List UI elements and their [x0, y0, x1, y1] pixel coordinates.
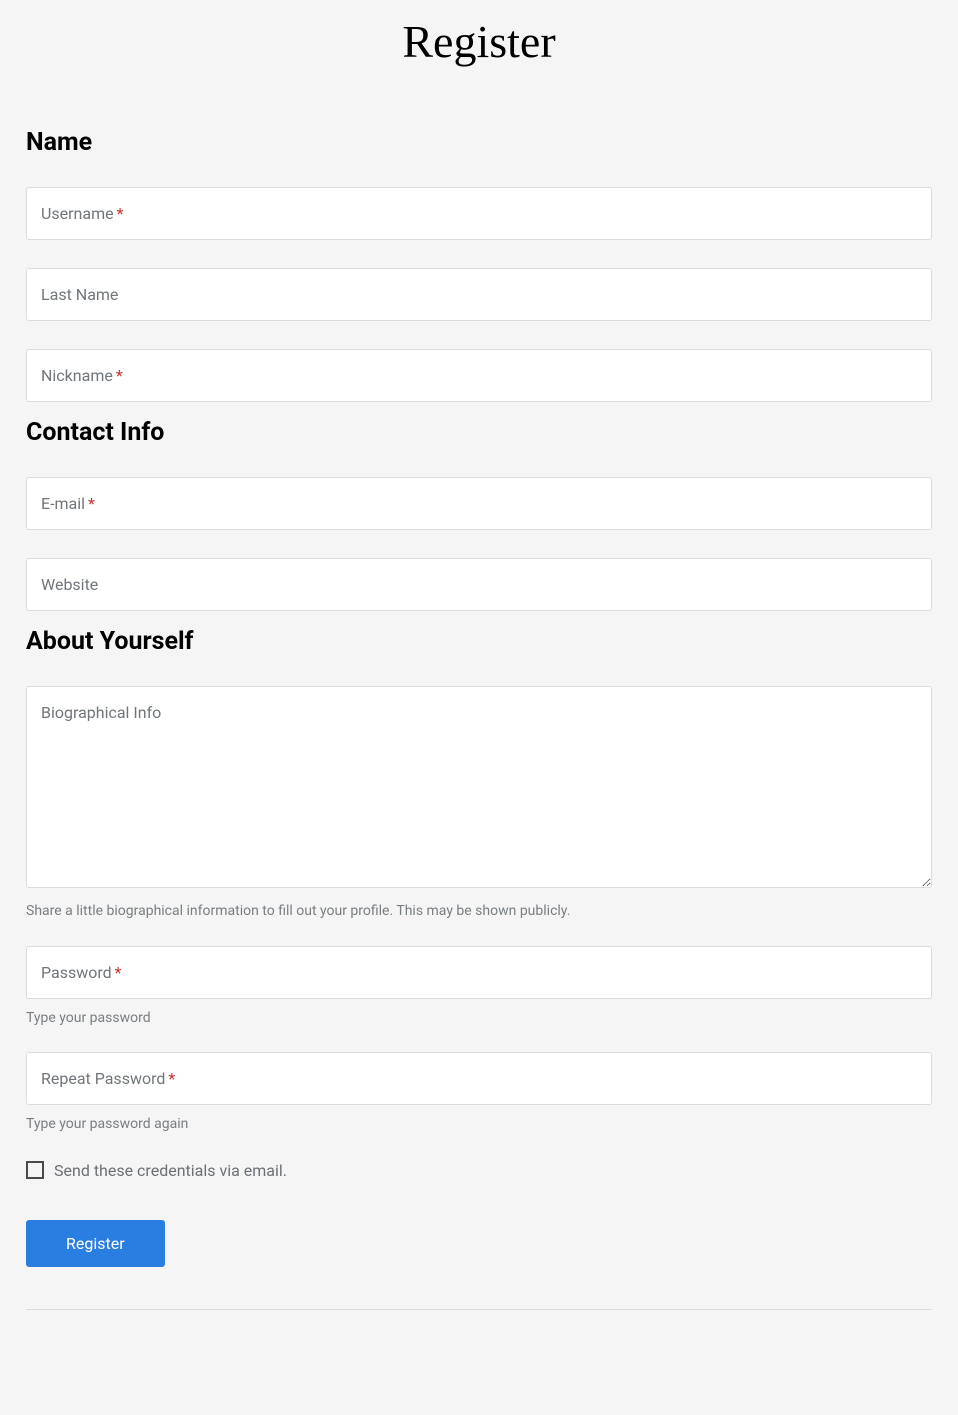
username-input[interactable]: Username* [26, 187, 932, 240]
repeat-password-label: Repeat Password [41, 1069, 165, 1088]
required-asterisk-icon: * [117, 204, 124, 223]
password-label: Password [41, 963, 112, 982]
nickname-input[interactable]: Nickname* [26, 349, 932, 402]
bio-textarea[interactable] [26, 686, 932, 888]
nickname-label: Nickname [41, 366, 113, 385]
password-input[interactable]: Password* [26, 946, 932, 999]
repeat-password-helper-text: Type your password again [26, 1115, 932, 1135]
section-heading-contact: Contact Info [26, 418, 932, 447]
last-name-input[interactable]: Last Name [26, 268, 932, 321]
required-asterisk-icon: * [168, 1069, 175, 1088]
send-credentials-label: Send these credentials via email. [54, 1161, 287, 1180]
required-asterisk-icon: * [115, 963, 122, 982]
bio-helper-text: Share a little biographical information … [26, 902, 932, 922]
section-heading-name: Name [26, 128, 932, 157]
page-title: Register [26, 15, 932, 68]
repeat-password-input[interactable]: Repeat Password* [26, 1052, 932, 1105]
section-heading-about: About Yourself [26, 627, 932, 656]
website-label: Website [41, 575, 98, 594]
password-helper-text: Type your password [26, 1009, 932, 1029]
register-button[interactable]: Register [26, 1220, 165, 1267]
required-asterisk-icon: * [88, 494, 95, 513]
website-input[interactable]: Website [26, 558, 932, 611]
email-label: E-mail [41, 494, 85, 513]
email-input[interactable]: E-mail* [26, 477, 932, 530]
username-label: Username [41, 204, 114, 223]
send-credentials-checkbox[interactable] [26, 1161, 44, 1179]
required-asterisk-icon: * [116, 366, 123, 385]
divider [26, 1309, 932, 1310]
last-name-label: Last Name [41, 285, 118, 304]
